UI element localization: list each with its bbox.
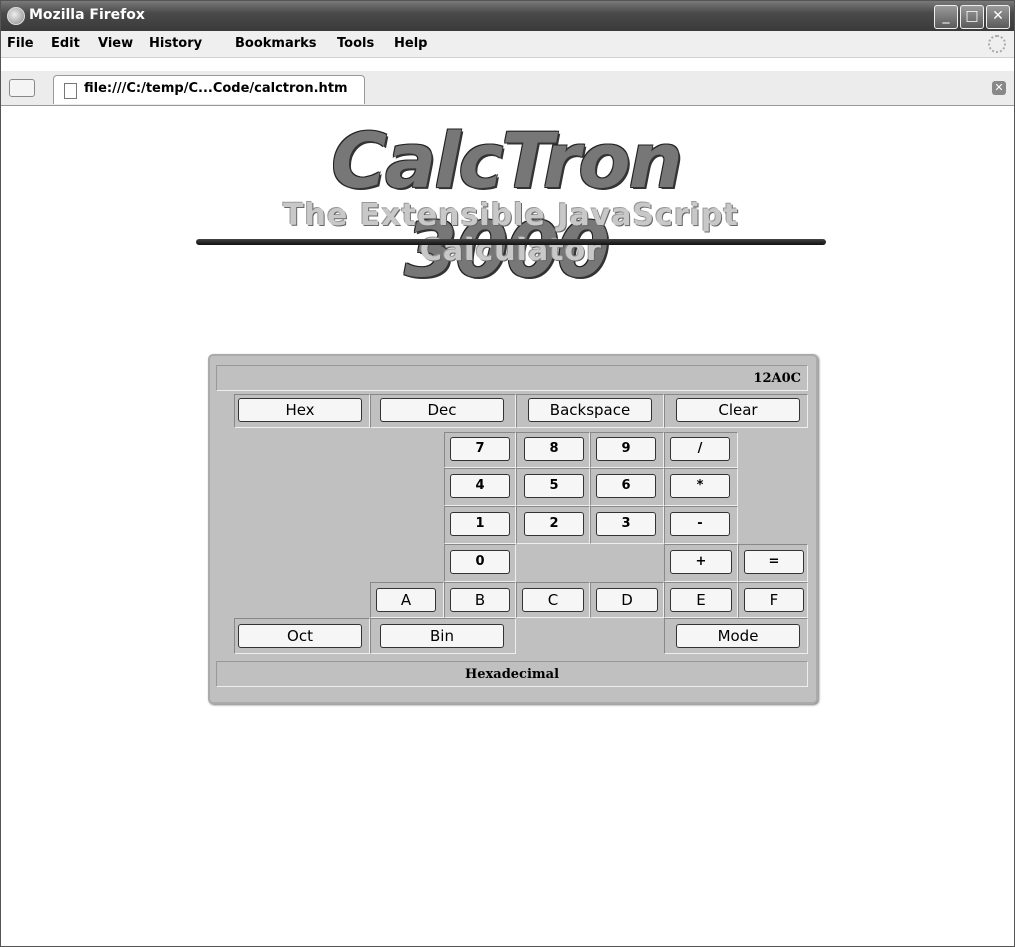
new-tab-icon[interactable]	[9, 79, 35, 97]
key-0[interactable]: 0	[450, 550, 510, 574]
key-d[interactable]: D	[596, 588, 658, 612]
firefox-logo-icon	[7, 7, 25, 25]
menu-edit[interactable]: Edit	[51, 36, 80, 51]
divide-button[interactable]: /	[670, 437, 730, 461]
key-e[interactable]: E	[670, 588, 732, 612]
mode-status: Hexadecimal	[216, 661, 808, 687]
menu-tools[interactable]: Tools	[337, 36, 374, 51]
throbber-icon	[988, 35, 1006, 53]
browser-window: Mozilla Firefox _ □ ✕ File Edit View His…	[0, 0, 1015, 947]
bin-button[interactable]: Bin	[380, 624, 504, 648]
minimize-button[interactable]: _	[934, 5, 958, 29]
key-b[interactable]: B	[450, 588, 510, 612]
document-icon	[64, 83, 77, 99]
close-button[interactable]: ✕	[986, 5, 1010, 29]
key-4[interactable]: 4	[450, 474, 510, 498]
calculator-display: 12A0C	[216, 365, 808, 391]
tab-calctron[interactable]: file:///C:/temp/C...Code/calctron.htm	[53, 75, 365, 104]
tab-label: file:///C:/temp/C...Code/calctron.htm	[84, 81, 348, 96]
logo-subtitle: The Extensible JavaScript Calculator	[283, 198, 739, 268]
maximize-button[interactable]: □	[960, 5, 984, 29]
key-6[interactable]: 6	[596, 474, 656, 498]
menu-bookmarks[interactable]: Bookmarks	[235, 36, 317, 51]
multiply-button[interactable]: *	[670, 474, 730, 498]
key-c[interactable]: C	[522, 588, 584, 612]
oct-button[interactable]: Oct	[238, 624, 362, 648]
mode-button[interactable]: Mode	[676, 624, 800, 648]
key-3[interactable]: 3	[596, 512, 656, 536]
tab-close-icon[interactable]: ✕	[992, 81, 1006, 95]
menu-file[interactable]: File	[7, 36, 34, 51]
add-button[interactable]: +	[670, 550, 732, 574]
hex-button[interactable]: Hex	[238, 398, 362, 422]
key-a[interactable]: A	[376, 588, 436, 612]
title-bar: Mozilla Firefox _ □ ✕	[1, 1, 1014, 31]
key-8[interactable]: 8	[524, 437, 584, 461]
subtract-button[interactable]: -	[670, 512, 730, 536]
page-content: CalcTron 3000 The Extensible JavaScript …	[1, 106, 1014, 946]
key-2[interactable]: 2	[524, 512, 584, 536]
backspace-button[interactable]: Backspace	[528, 398, 652, 422]
window-title: Mozilla Firefox	[29, 7, 145, 23]
key-5[interactable]: 5	[524, 474, 584, 498]
calculator-panel: 12A0C Hex Dec Backspace Clear 7 8 9 / 4 …	[208, 354, 818, 704]
menu-help[interactable]: Help	[394, 36, 427, 51]
clear-button[interactable]: Clear	[676, 398, 800, 422]
key-f[interactable]: F	[744, 588, 804, 612]
equals-button[interactable]: =	[744, 550, 804, 574]
dec-button[interactable]: Dec	[380, 398, 504, 422]
key-1[interactable]: 1	[450, 512, 510, 536]
menu-history[interactable]: History	[149, 36, 202, 51]
tab-bar: file:///C:/temp/C...Code/calctron.htm ✕	[1, 71, 1014, 106]
key-9[interactable]: 9	[596, 437, 656, 461]
key-7[interactable]: 7	[450, 437, 510, 461]
menu-bar: File Edit View History Bookmarks Tools H…	[1, 31, 1014, 58]
menu-view[interactable]: View	[98, 36, 133, 51]
logo-underline	[196, 239, 826, 245]
